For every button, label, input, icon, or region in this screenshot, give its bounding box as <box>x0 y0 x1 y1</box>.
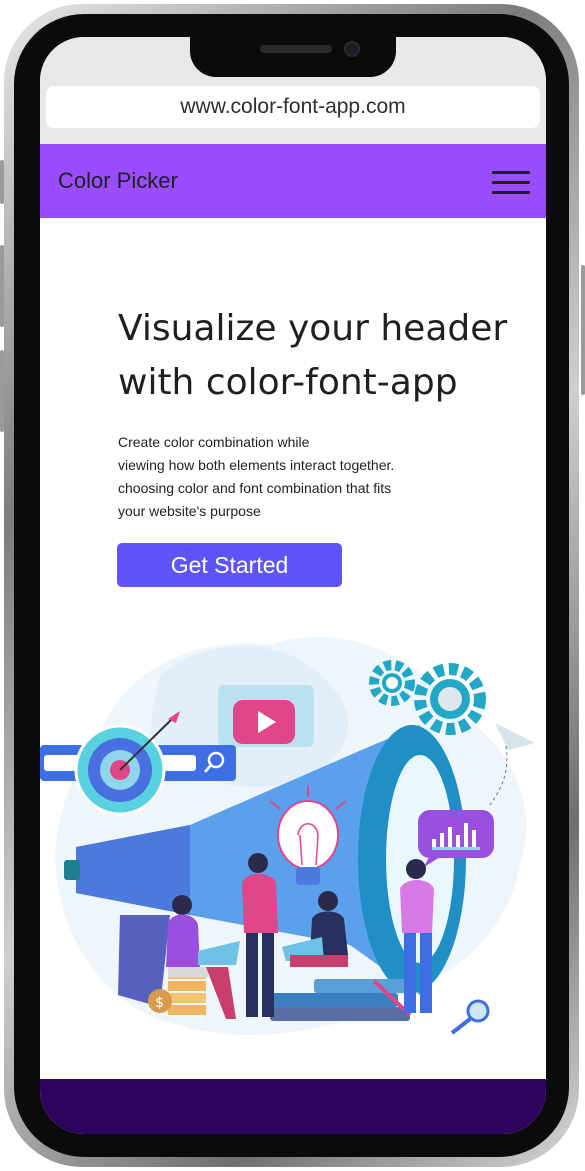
video-card-icon <box>218 685 314 747</box>
front-camera-icon <box>346 43 358 55</box>
mute-switch <box>0 160 4 204</box>
hero-description-line: choosing color and font combination that… <box>118 480 392 496</box>
site-footer <box>40 1079 546 1134</box>
screen: www.color-font-app.com Color Picker Visu… <box>40 37 546 1134</box>
volume-up-button <box>0 245 4 327</box>
url-bar[interactable]: www.color-font-app.com <box>46 86 540 128</box>
volume-down-button <box>0 350 4 432</box>
hero-description-line: your website's purpose <box>118 503 261 519</box>
hero-description-line: viewing how both elements interact toget… <box>118 457 395 473</box>
hero-title-line-2: with color-font-app <box>118 362 458 403</box>
hero-description: Create color combination while viewing h… <box>118 431 438 523</box>
hero-title-line-1: Visualize your header <box>118 308 508 349</box>
hero-title: Visualize your header with color-font-ap… <box>118 302 538 410</box>
site-header: Color Picker <box>40 144 546 218</box>
brand-title[interactable]: Color Picker <box>58 168 178 194</box>
svg-text:$: $ <box>155 995 164 1011</box>
magnifier-icon <box>450 999 490 1035</box>
url-text: www.color-font-app.com <box>180 95 406 118</box>
speaker-grille <box>260 45 332 53</box>
hamburger-icon[interactable] <box>492 171 530 195</box>
power-button <box>581 265 585 395</box>
get-started-button[interactable]: Get Started <box>117 543 342 587</box>
phone-notch <box>190 37 396 77</box>
hero-description-line: Create color combination while <box>118 434 310 450</box>
marketing-illustration: $ <box>40 636 535 1035</box>
